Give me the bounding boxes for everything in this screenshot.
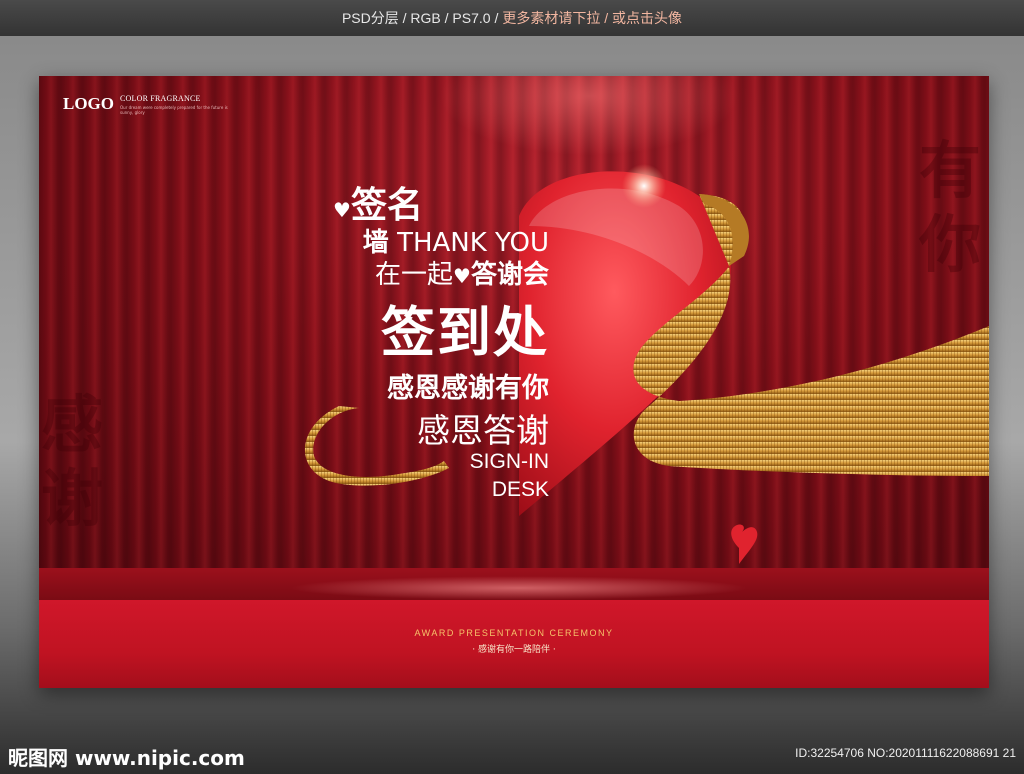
site-watermark: 昵图网 www.nipic.com — [8, 746, 245, 770]
title-line-3-a: 在一起 — [375, 260, 454, 290]
title-line-1-text: 签名 — [350, 185, 423, 226]
title-line-6: 感恩答谢 — [417, 411, 549, 450]
poster: 感谢 有你 LOGO COLOR FRAGRANCE Our dream wer… — [39, 76, 989, 688]
header-bar: PSD分层 / RGB / PS7.0 / 更多素材请下拉 / 或点击头像 — [0, 0, 1024, 36]
logo-subtitle: COLOR FRAGRANCE — [120, 94, 201, 103]
award-title: AWARD PRESENTATION CEREMONY — [414, 628, 614, 638]
image-id: ID:32254706 NO:20201111622088691 21 — [795, 746, 1016, 760]
logo-text: LOGO — [63, 94, 115, 113]
title-line-3-b: 答谢会 — [470, 260, 549, 290]
logo-tagline: Our dream were completely prepared for t… — [120, 105, 228, 115]
main-title: 签到处 — [381, 301, 549, 364]
title-line-8: DESK — [491, 478, 549, 501]
title-line-3: 在一起♥答谢会 — [375, 254, 549, 291]
award-subtitle: · 感谢有你一路陪伴 · — [472, 645, 556, 655]
heart-bullet-icon: ♥ — [333, 198, 351, 222]
title-line-1: ♥签名 — [333, 176, 423, 228]
title-line-7: SIGN-IN — [469, 450, 549, 473]
header-info: PSD分层 / RGB / PS7.0 / — [341, 10, 499, 26]
header-info-accent[interactable]: 更多素材请下拉 / 或点击头像 — [502, 8, 682, 28]
logo-subtitle-group: COLOR FRAGRANCE Our dream were completel… — [120, 94, 240, 115]
small-heart-icon — [731, 524, 758, 564]
logo: LOGO COLOR FRAGRANCE Our dream were comp… — [63, 94, 240, 115]
sparkle — [622, 164, 666, 208]
title-line-5: 感恩感谢有你 — [387, 373, 549, 404]
heart-bullet-icon: ♥ — [453, 264, 471, 288]
